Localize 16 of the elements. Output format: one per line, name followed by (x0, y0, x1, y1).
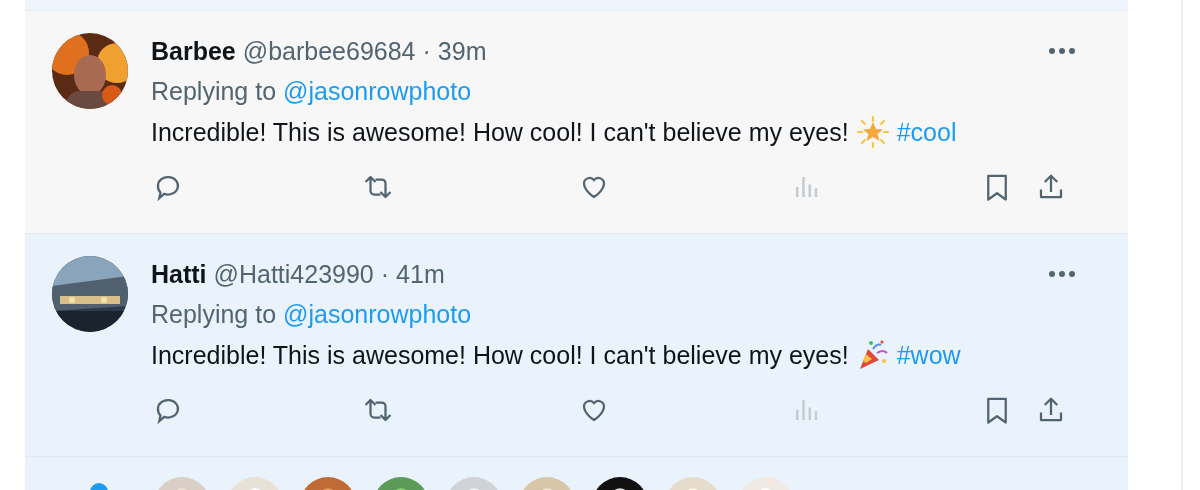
post-time[interactable]: 39m (437, 36, 487, 66)
separator-dot: · (380, 259, 390, 289)
star-icon (856, 116, 889, 148)
user-name[interactable]: Barbee (151, 36, 236, 66)
user-handle[interactable]: @Hatti423990 (213, 259, 374, 289)
user-handle[interactable]: @barbee69684 (242, 36, 416, 66)
reply-text: Incredible! This is awesome! How cool! I can't believe my eyes! (151, 340, 849, 370)
more-icon[interactable] (1048, 270, 1076, 278)
replying-label: Replying to (151, 76, 277, 106)
tweet-card[interactable]: Barbee @barbee69684 · 39m Replying to @jasonrowphoto Incredible! This is awesome! How cool! I can't believe my eyes! #cool (25, 11, 1128, 234)
post-time[interactable]: 41m (396, 259, 445, 289)
user-name[interactable]: Hatti (151, 259, 207, 289)
replying-label: Replying to (151, 299, 277, 329)
reply-text: Incredible! This is awesome! How cool! I can't believe my eyes! (151, 117, 849, 147)
more-icon[interactable] (1048, 47, 1076, 55)
separator-dot: · (422, 36, 431, 66)
